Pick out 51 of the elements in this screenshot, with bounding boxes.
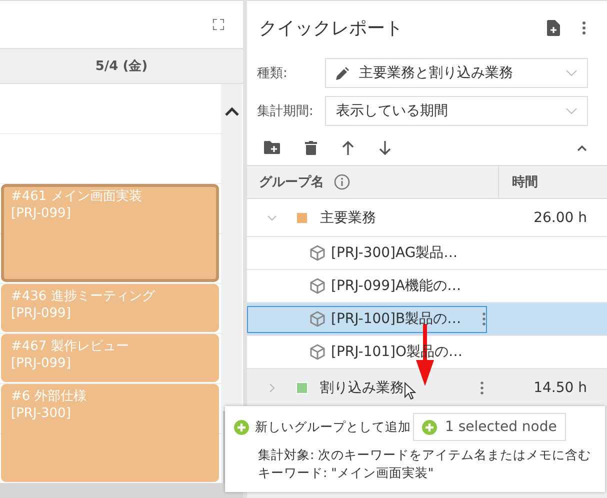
date-header: 5/4 (金): [0, 48, 243, 84]
plus-circle-icon: [422, 420, 437, 434]
arrow-up-icon[interactable]: [342, 140, 354, 154]
field-label: 種類:: [257, 65, 288, 82]
info-text: キーワード: "メイン画面実装": [257, 464, 435, 482]
hours-value: 26.00 h: [534, 210, 587, 226]
group-row[interactable]: 割り込み業務 14.50 h: [247, 369, 607, 407]
tree-item[interactable]: [PRJ-100]B製品の…: [247, 306, 487, 332]
event-title: #436 進捗ミーティング: [11, 288, 156, 305]
event-project: [PRJ-300]: [11, 405, 72, 422]
field-label: 集計期間:: [257, 103, 314, 120]
chevron-up-icon[interactable]: [224, 107, 238, 116]
event-project: [PRJ-099]: [11, 355, 72, 372]
group-name: 割り込み業務: [320, 378, 404, 396]
new-file-icon[interactable]: [547, 20, 560, 36]
more-icon[interactable]: [582, 20, 586, 34]
tree-item[interactable]: [PRJ-300]AG製品…: [247, 240, 487, 266]
mouse-pointer-icon: [404, 382, 416, 400]
hours-value: 14.50 h: [534, 380, 587, 396]
group-name: 主要業務: [320, 208, 376, 226]
event-title: #6 外部仕様: [11, 388, 88, 405]
add-folder-icon[interactable]: [264, 141, 280, 154]
dropdown[interactable]: 表示している期間: [325, 96, 588, 126]
cube-icon: [310, 311, 325, 327]
arrow-down-icon[interactable]: [379, 140, 391, 154]
add-group-button[interactable]: 新しいグループとして追加: [234, 418, 411, 436]
info-icon[interactable]: [334, 174, 350, 190]
column-header: グループ名: [259, 174, 324, 191]
group-row[interactable]: 主要業務 26.00 h: [247, 199, 607, 237]
cube-icon: [310, 245, 325, 261]
pencil-icon: [336, 66, 349, 80]
more-icon[interactable]: [480, 380, 484, 394]
plus-circle-icon: [234, 420, 249, 434]
chevron-down-icon: [566, 70, 577, 76]
badge-text: 1 selected node: [445, 419, 557, 435]
chevron-down-icon: [566, 108, 577, 114]
event-project: [PRJ-099]: [11, 205, 72, 222]
trash-icon[interactable]: [305, 140, 317, 154]
more-icon[interactable]: [482, 312, 486, 326]
fullscreen-icon[interactable]: [213, 19, 224, 30]
event-title: #461 メイン画面実装: [11, 188, 143, 205]
cube-icon: [310, 278, 325, 294]
cube-icon: [310, 344, 325, 360]
info-text: 集計対象: 次のキーワードをアイテム名またはメモに含む: [257, 446, 592, 464]
tree-item[interactable]: [PRJ-099]A機能の…: [247, 272, 487, 300]
dropdown[interactable]: 主要業務と割り込み業務: [325, 58, 588, 88]
event-project: [PRJ-099]: [11, 305, 72, 322]
column-header: 時間: [512, 174, 538, 191]
chevron-up-icon[interactable]: [577, 144, 587, 150]
event-title: #467 製作レビュー: [11, 338, 130, 355]
panel-title: クイックレポート: [259, 16, 404, 40]
